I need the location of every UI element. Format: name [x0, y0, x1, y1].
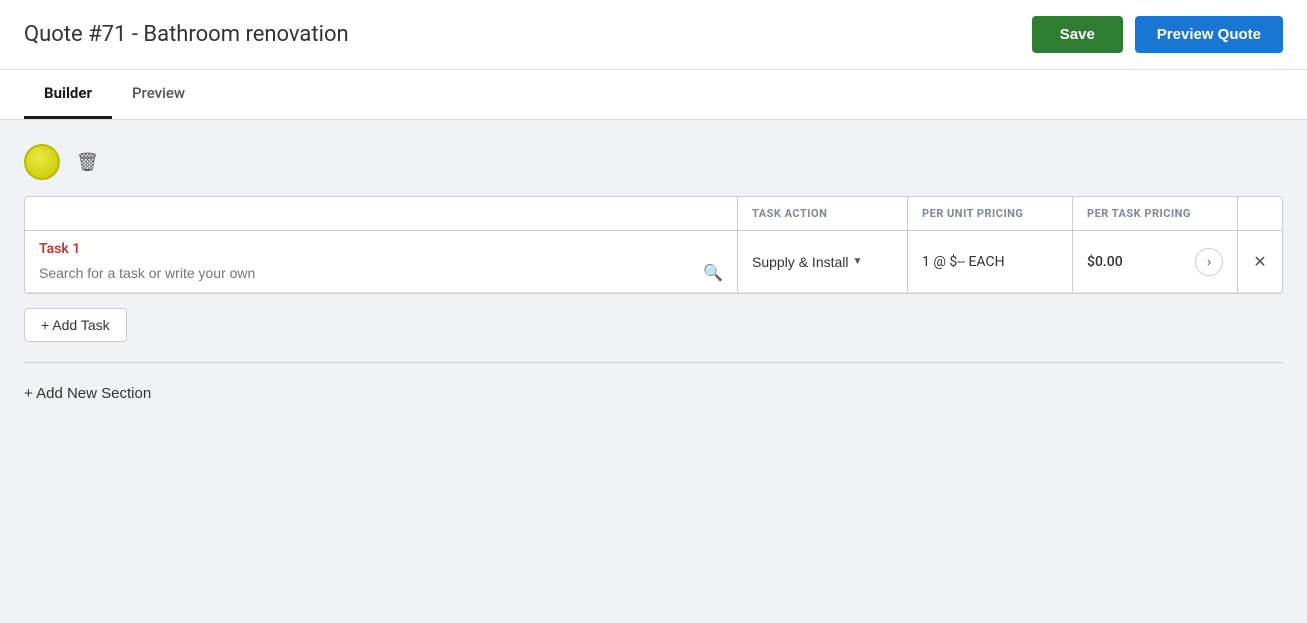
close-cell: ✕	[1238, 231, 1282, 292]
tab-bar: Builder Preview	[0, 70, 1307, 120]
add-task-button[interactable]: + Add Task	[24, 308, 127, 342]
col-header-task-action: TASK ACTION	[738, 197, 908, 230]
task-number: Task 1	[39, 241, 80, 257]
task-table-header: TASK ACTION PER UNIT PRICING PER TASK PR…	[25, 197, 1282, 231]
task-action-dropdown[interactable]: Supply & Install ▼	[752, 254, 862, 270]
task-name-cell: Task 1 🔍	[25, 231, 738, 292]
task-search-input[interactable]	[39, 265, 695, 281]
col-header-task	[25, 197, 738, 230]
close-row-button[interactable]: ✕	[1253, 252, 1266, 271]
col-header-per-unit: PER UNIT PRICING	[908, 197, 1073, 230]
task-action-cell: Supply & Install ▼	[738, 231, 908, 292]
save-button[interactable]: Save	[1032, 16, 1123, 53]
section-color-dot[interactable]	[24, 144, 60, 180]
tab-builder[interactable]: Builder	[24, 70, 112, 119]
task-table: TASK ACTION PER UNIT PRICING PER TASK PR…	[24, 196, 1283, 294]
main-content: 🗑 TASK ACTION PER UNIT PRICING PER TASK …	[0, 120, 1307, 600]
dropdown-arrow-icon: ▼	[853, 256, 863, 267]
section-divider	[24, 362, 1283, 363]
page-header: Quote #71 - Bathroom renovation Save Pre…	[0, 0, 1307, 70]
quote-name: Bathroom renovation	[143, 22, 348, 47]
col-header-close	[1238, 197, 1282, 230]
tab-preview[interactable]: Preview	[112, 70, 205, 119]
page-title: Quote #71 - Bathroom renovation	[24, 22, 349, 47]
per-unit-value[interactable]: 1 @ $-- EACH	[922, 254, 1005, 270]
preview-quote-button[interactable]: Preview Quote	[1135, 16, 1283, 53]
search-icon: 🔍	[703, 263, 723, 282]
section-controls: 🗑	[24, 140, 1283, 184]
task-search-row: 🔍	[39, 263, 723, 282]
quote-number: Quote #71	[24, 22, 126, 47]
table-row: Task 1 🔍 Supply & Install ▼ 1 @ $-- EACH	[25, 231, 1282, 293]
per-task-cell: $0.00 ›	[1073, 231, 1238, 292]
per-unit-cell: 1 @ $-- EACH	[908, 231, 1073, 292]
col-header-per-task: PER TASK PRICING	[1073, 197, 1238, 230]
add-section-button[interactable]: + Add New Section	[24, 385, 151, 402]
task-action-label: Supply & Install	[752, 254, 849, 270]
delete-section-icon[interactable]: 🗑	[76, 152, 99, 173]
header-buttons: Save Preview Quote	[1032, 16, 1283, 53]
per-task-price: $0.00	[1087, 254, 1123, 270]
expand-row-button[interactable]: ›	[1195, 248, 1223, 276]
